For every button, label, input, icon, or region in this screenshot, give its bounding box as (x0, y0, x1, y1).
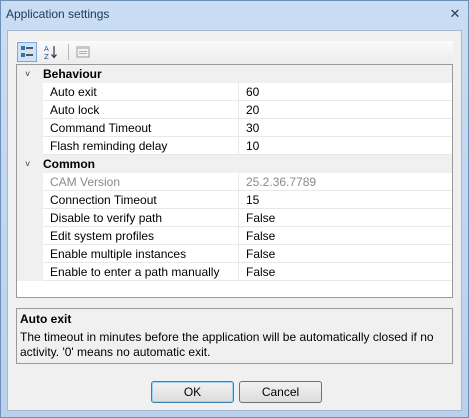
alphabetical-button[interactable]: A Z (41, 42, 61, 62)
property-name: Enable multiple instances (43, 245, 239, 263)
property-row-enable-multiple-instances[interactable]: Enable multiple instances False (17, 245, 452, 263)
property-value[interactable]: False (239, 263, 452, 281)
property-value[interactable]: False (239, 227, 452, 245)
property-value[interactable]: 60 (239, 83, 452, 101)
close-icon[interactable]: ✕ (448, 7, 462, 21)
row-gutter (17, 101, 43, 119)
title-bar[interactable]: Application settings ✕ (1, 1, 468, 27)
property-row-command-timeout[interactable]: Command Timeout 30 (17, 119, 452, 137)
property-row-cam-version: CAM Version 25.2.36.7789 (17, 173, 452, 191)
property-row-edit-system-profiles[interactable]: Edit system profiles False (17, 227, 452, 245)
property-grid: ˅ Behaviour Auto exit 60 Auto lock 20 Co… (16, 64, 453, 298)
row-gutter (17, 245, 43, 263)
property-row-disable-verify-path[interactable]: Disable to verify path False (17, 209, 452, 227)
sort-alphabetical-icon: A Z (44, 45, 57, 60)
row-gutter (17, 173, 43, 191)
property-value: 25.2.36.7789 (239, 173, 452, 191)
property-row-connection-timeout[interactable]: Connection Timeout 15 (17, 191, 452, 209)
property-name: Edit system profiles (43, 227, 239, 245)
property-name: Command Timeout (43, 119, 239, 137)
category-label: Common (43, 157, 95, 171)
property-row-flash-reminding-delay[interactable]: Flash reminding delay 10 (17, 137, 452, 155)
svg-text:Z: Z (44, 53, 49, 60)
property-name: CAM Version (43, 173, 239, 191)
row-gutter (17, 137, 43, 155)
property-name: Flash reminding delay (43, 137, 239, 155)
row-gutter (17, 209, 43, 227)
dialog-client-area: A Z ˅ Behaviour Auto exit 60 Auto lock 2… (7, 30, 462, 411)
categorized-icon (21, 46, 33, 57)
window-title: Application settings (6, 7, 110, 21)
row-gutter (17, 119, 43, 137)
property-value[interactable]: 20 (239, 101, 452, 119)
categorized-button[interactable] (17, 42, 37, 62)
property-value[interactable]: 30 (239, 119, 452, 137)
row-gutter (17, 263, 43, 281)
description-panel: Auto exit The timeout in minutes before … (16, 308, 453, 364)
category-label: Behaviour (43, 67, 102, 81)
property-value[interactable]: False (239, 245, 452, 263)
description-title: Auto exit (20, 312, 72, 326)
property-pages-icon (76, 46, 90, 58)
category-common[interactable]: ˅ Common (17, 155, 452, 173)
row-gutter (17, 227, 43, 245)
svg-text:A: A (44, 45, 49, 53)
ok-button[interactable]: OK (151, 381, 234, 403)
property-name: Auto lock (43, 101, 239, 119)
toolbar-separator (68, 44, 69, 60)
row-gutter (17, 191, 43, 209)
property-row-auto-lock[interactable]: Auto lock 20 (17, 101, 452, 119)
application-settings-window: Application settings ✕ A Z ˅ Behaviour A… (0, 0, 469, 418)
chevron-down-icon[interactable]: ˅ (25, 155, 30, 173)
property-value[interactable]: 15 (239, 191, 452, 209)
cancel-button[interactable]: Cancel (239, 381, 322, 403)
property-row-enable-path-manually[interactable]: Enable to enter a path manually False (17, 263, 452, 281)
property-pages-button[interactable] (73, 42, 93, 62)
property-name: Disable to verify path (43, 209, 239, 227)
property-grid-toolbar: A Z (16, 41, 453, 63)
property-name: Connection Timeout (43, 191, 239, 209)
property-value[interactable]: False (239, 209, 452, 227)
property-value[interactable]: 10 (239, 137, 452, 155)
row-gutter (17, 83, 43, 101)
category-behaviour[interactable]: ˅ Behaviour (17, 65, 452, 83)
property-name: Enable to enter a path manually (43, 263, 239, 281)
description-text: The timeout in minutes before the applic… (20, 330, 434, 359)
property-row-auto-exit[interactable]: Auto exit 60 (17, 83, 452, 101)
chevron-down-icon[interactable]: ˅ (25, 65, 30, 83)
property-name: Auto exit (43, 83, 239, 101)
